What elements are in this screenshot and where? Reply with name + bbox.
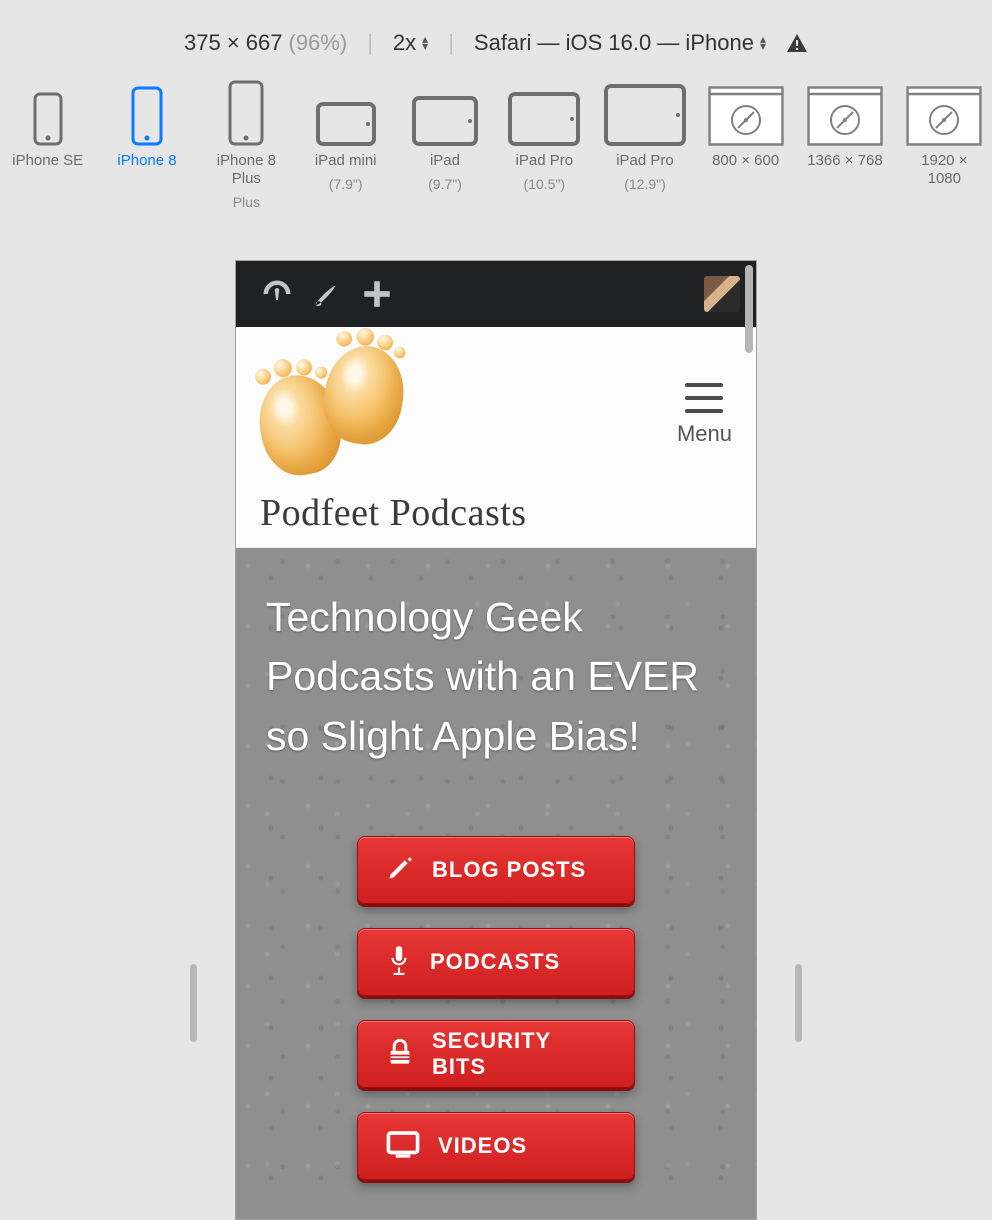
phone-icon [131,74,163,146]
scrollbar-thumb[interactable] [745,265,753,353]
device-label: iPhone 8 [117,152,176,170]
lock-icon [386,1038,414,1071]
wp-admin-bar [236,261,756,327]
tablet-icon [508,74,580,146]
viewport-zoom-pct: (96%) [289,30,348,56]
device-label: iPhone 8 Plus [207,152,286,188]
dashboard-icon[interactable] [252,276,302,312]
device-picker: iPhone SE iPhone 8 iPhone 8 Plus Plus iP… [0,74,992,230]
simulated-viewport: Menu Podfeet Podcasts Technology Geek Po… [235,260,757,1220]
site-tagline: Technology Geek Podcasts with an EVER so… [266,588,726,766]
menu-toggle[interactable]: Menu [677,383,732,447]
device-sublabel: (9.7") [428,176,462,192]
device-sublabel: Plus [233,194,260,210]
phone-icon [228,74,264,146]
device-iphone-8-plus[interactable]: iPhone 8 Plus Plus [207,74,286,210]
device-label: iPad Pro [616,152,674,170]
device-sublabel: (7.9") [329,176,363,192]
device-iphone-8[interactable]: iPhone 8 [107,74,186,170]
device-label: 1366 × 768 [807,152,883,170]
hamburger-icon [685,383,723,413]
device-desktop-1366[interactable]: 1366 × 768 [805,74,884,170]
desktop-icon [708,74,784,146]
tablet-icon [604,74,686,146]
resize-handle-right[interactable] [795,964,802,1042]
device-label: iPad [430,152,460,170]
device-ipad-pro-10[interactable]: iPad Pro (10.5") [505,74,584,192]
device-ipad-pro-12[interactable]: iPad Pro (12.9") [604,74,686,192]
podcasts-button[interactable]: PODCASTS [357,928,635,996]
device-ipad-mini[interactable]: iPad mini (7.9") [306,74,385,192]
separator: | [367,30,373,56]
customize-icon[interactable] [302,277,352,311]
environment-selector[interactable]: Safari — iOS 16.0 — iPhone ▴▾ [474,30,766,56]
site-logo[interactable] [260,345,420,485]
device-label: iPad Pro [516,152,574,170]
device-sublabel: (10.5") [524,176,566,192]
resize-handle-left[interactable] [190,964,197,1042]
tablet-icon [412,74,478,146]
add-new-icon[interactable] [352,277,402,311]
scale-value: 2x [393,30,416,56]
viewport-dimensions[interactable]: 375 × 667 (96%) [184,30,347,56]
device-desktop-1920[interactable]: 1920 × 1080 [905,74,984,188]
menu-label: Menu [677,421,732,447]
user-avatar[interactable] [704,276,740,312]
desktop-icon [807,74,883,146]
device-sublabel: (12.9") [624,176,666,192]
viewport-dimensions-value: 375 × 667 [184,30,282,56]
site-header: Menu Podfeet Podcasts [236,327,756,548]
device-label: 800 × 600 [712,152,779,170]
warning-icon[interactable] [786,33,808,53]
monitor-icon [386,1130,420,1163]
tablet-icon [316,74,376,146]
stepper-icon: ▴▾ [422,36,428,49]
device-desktop-800[interactable]: 800 × 600 [706,74,785,170]
microphone-icon [386,945,412,980]
pencil-icon [386,854,414,887]
site-title: Podfeet Podcasts [260,491,732,535]
button-label: BLOG POSTS [432,857,586,883]
button-label: PODCASTS [430,949,560,975]
device-label: iPhone SE [12,152,83,170]
security-bits-button[interactable]: SECURITY BITS [357,1020,635,1088]
stepper-icon: ▴▾ [760,36,766,49]
environment-value: Safari — iOS 16.0 — iPhone [474,30,754,56]
separator: | [448,30,454,56]
button-label: SECURITY BITS [432,1028,612,1080]
device-iphone-se[interactable]: iPhone SE [8,74,87,170]
videos-button[interactable]: VIDEOS [357,1112,635,1180]
scale-selector[interactable]: 2x ▴▾ [393,30,428,56]
hero-section: Technology Geek Podcasts with an EVER so… [236,548,756,1220]
responsive-info-bar: 375 × 667 (96%) | 2x ▴▾ | Safari — iOS 1… [0,0,992,74]
button-label: VIDEOS [438,1133,527,1159]
blog-posts-button[interactable]: BLOG POSTS [357,836,635,904]
phone-icon [33,74,63,146]
device-label: iPad mini [315,152,377,170]
device-label: 1920 × 1080 [905,152,984,188]
cta-button-column: BLOG POSTS PODCASTS SECURITY BITS [266,836,726,1180]
desktop-icon [906,74,982,146]
device-ipad[interactable]: iPad (9.7") [405,74,484,192]
